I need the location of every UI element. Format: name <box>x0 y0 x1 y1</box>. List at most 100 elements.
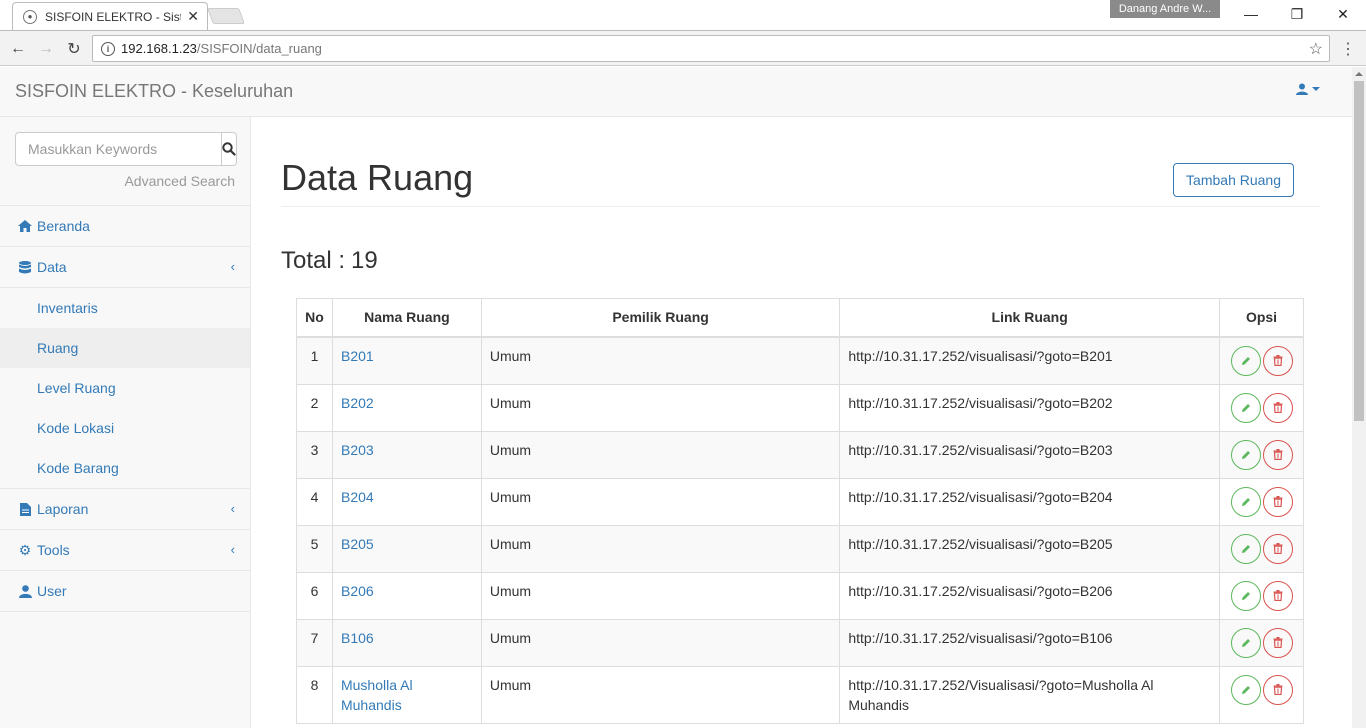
cell-no: 1 <box>296 336 333 385</box>
table-header-row: No Nama Ruang Pemilik Ruang Link Ruang O… <box>296 298 1304 338</box>
sidebar-subitem-level-ruang[interactable]: Level Ruang <box>0 368 250 408</box>
delete-button[interactable] <box>1262 627 1293 658</box>
edit-button[interactable] <box>1230 533 1261 564</box>
edit-button[interactable] <box>1230 439 1261 470</box>
home-icon <box>18 219 32 233</box>
cell-pemilik: Umum <box>480 430 841 479</box>
table-row: 4 B204 Umum http://10.31.17.252/visualisasi… <box>296 477 1304 526</box>
column-header[interactable]: Link Ruang <box>839 298 1221 338</box>
url-path: /SISFOIN/data_ruang <box>196 41 322 56</box>
cell-nama: B202 <box>331 383 482 432</box>
ruang-link[interactable]: Musholla Al Muhandis <box>341 677 413 713</box>
cell-link: http://10.31.17.252/visualisasi/?goto=B1… <box>839 618 1221 667</box>
cell-nama: B204 <box>331 477 482 526</box>
column-header[interactable]: Pemilik Ruang <box>480 298 841 338</box>
pencil-icon <box>1241 403 1250 412</box>
ruang-table: No Nama Ruang Pemilik Ruang Link Ruang O… <box>296 298 1304 724</box>
ruang-link[interactable]: B201 <box>341 348 374 364</box>
profile-badge[interactable]: Danang Andre W... <box>1110 0 1220 18</box>
bookmark-star-icon[interactable]: ☆ <box>1309 39 1323 59</box>
back-icon[interactable]: ← <box>6 37 30 61</box>
delete-button[interactable] <box>1262 580 1293 611</box>
maximize-icon[interactable]: ❐ <box>1274 0 1320 28</box>
ruang-link[interactable]: B205 <box>341 536 374 552</box>
trash-icon <box>1273 590 1282 601</box>
browser-tab[interactable]: ● SISFOIN ELEKTRO - Siste ✕ <box>12 2 208 30</box>
user-dropdown[interactable] <box>1296 83 1320 95</box>
edit-button[interactable] <box>1230 674 1261 705</box>
scroll-up-icon[interactable] <box>1352 67 1366 81</box>
browser-menu-icon[interactable]: ⋮ <box>1340 39 1356 59</box>
edit-button[interactable] <box>1230 345 1261 376</box>
ruang-link[interactable]: B206 <box>341 583 374 599</box>
info-icon[interactable]: i <box>101 41 115 56</box>
table-row: 2 B202 Umum http://10.31.17.252/visualisasi… <box>296 383 1304 432</box>
search-button[interactable] <box>222 132 237 166</box>
ruang-link[interactable]: B203 <box>341 442 374 458</box>
pencil-icon <box>1241 591 1250 600</box>
sidebar-item-label: Beranda <box>37 218 90 234</box>
edit-button[interactable] <box>1230 392 1261 423</box>
ruang-link[interactable]: B106 <box>341 630 374 646</box>
sidebar-subitem-ruang[interactable]: Ruang <box>0 328 250 368</box>
sidebar-item-beranda[interactable]: Beranda <box>0 206 250 247</box>
edit-button[interactable] <box>1230 486 1261 517</box>
delete-button[interactable] <box>1262 392 1293 423</box>
pencil-icon <box>1241 544 1250 553</box>
total-label: Total : <box>281 247 346 274</box>
close-window-icon[interactable]: ✕ <box>1320 0 1366 28</box>
minimize-icon[interactable]: — <box>1228 0 1274 28</box>
delete-button[interactable] <box>1262 345 1293 376</box>
scroll-thumb[interactable] <box>1354 81 1364 421</box>
pencil-icon <box>1241 356 1250 365</box>
sidebar-subitem-kode-lokasi[interactable]: Kode Lokasi <box>0 408 250 448</box>
page-scrollbar[interactable] <box>1352 67 1366 728</box>
cell-opsi <box>1219 665 1304 724</box>
column-header: Opsi <box>1219 298 1304 338</box>
cell-pemilik: Umum <box>480 618 841 667</box>
column-header[interactable]: Nama Ruang <box>331 298 482 338</box>
chevron-left-icon: ‹ <box>230 501 235 516</box>
cell-link: http://10.31.17.252/visualisasi/?goto=B2… <box>839 477 1221 526</box>
edit-button[interactable] <box>1230 627 1261 658</box>
edit-button[interactable] <box>1230 580 1261 611</box>
delete-button[interactable] <box>1262 439 1293 470</box>
trash-icon <box>1273 355 1282 366</box>
advanced-search-link[interactable]: Advanced Search <box>15 173 235 189</box>
cell-opsi <box>1219 336 1304 385</box>
sidebar-search: Advanced Search <box>0 117 250 206</box>
cell-link: http://10.31.17.252/visualisasi/?goto=B2… <box>839 430 1221 479</box>
delete-button[interactable] <box>1262 674 1293 705</box>
search-input[interactable] <box>15 132 222 166</box>
search-icon <box>222 142 236 156</box>
forward-icon[interactable]: → <box>34 37 58 61</box>
cell-opsi <box>1219 524 1304 573</box>
sidebar-item-label: Laporan <box>37 501 89 517</box>
cell-no: 2 <box>296 383 333 432</box>
table-row: 7 B106 Umum http://10.31.17.252/visualisasi… <box>296 618 1304 667</box>
cell-link: http://10.31.17.252/visualisasi/?goto=B2… <box>839 383 1221 432</box>
chevron-left-icon: ‹ <box>230 259 235 274</box>
user-icon <box>1296 83 1308 95</box>
url-bar[interactable]: i 192.168.1.23/SISFOIN/data_ruang ☆ <box>92 35 1330 62</box>
ruang-link[interactable]: B202 <box>341 395 374 411</box>
sidebar-item-tools[interactable]: ⚙ Tools ‹ <box>0 530 250 571</box>
sidebar-subitem-kode-barang[interactable]: Kode Barang <box>0 448 250 488</box>
sidebar-item-user[interactable]: User <box>0 571 250 612</box>
reload-icon[interactable]: ↻ <box>62 37 86 61</box>
sidebar-item-laporan[interactable]: Laporan ‹ <box>0 489 250 530</box>
cell-nama: B106 <box>331 618 482 667</box>
trash-icon <box>1273 496 1282 507</box>
delete-button[interactable] <box>1262 486 1293 517</box>
delete-button[interactable] <box>1262 533 1293 564</box>
column-header[interactable]: No <box>296 298 333 338</box>
cell-pemilik: Umum <box>480 477 841 526</box>
close-tab-icon[interactable]: ✕ <box>187 8 199 25</box>
new-tab-button[interactable] <box>207 8 245 24</box>
cell-no: 6 <box>296 571 333 620</box>
brand-title[interactable]: SISFOIN ELEKTRO - Keseluruhan <box>15 81 293 102</box>
sidebar-item-data[interactable]: Data ‹ <box>0 247 250 288</box>
sidebar-subitem-inventaris[interactable]: Inventaris <box>0 288 250 328</box>
add-ruang-button[interactable]: Tambah Ruang <box>1173 163 1294 197</box>
ruang-link[interactable]: B204 <box>341 489 374 505</box>
